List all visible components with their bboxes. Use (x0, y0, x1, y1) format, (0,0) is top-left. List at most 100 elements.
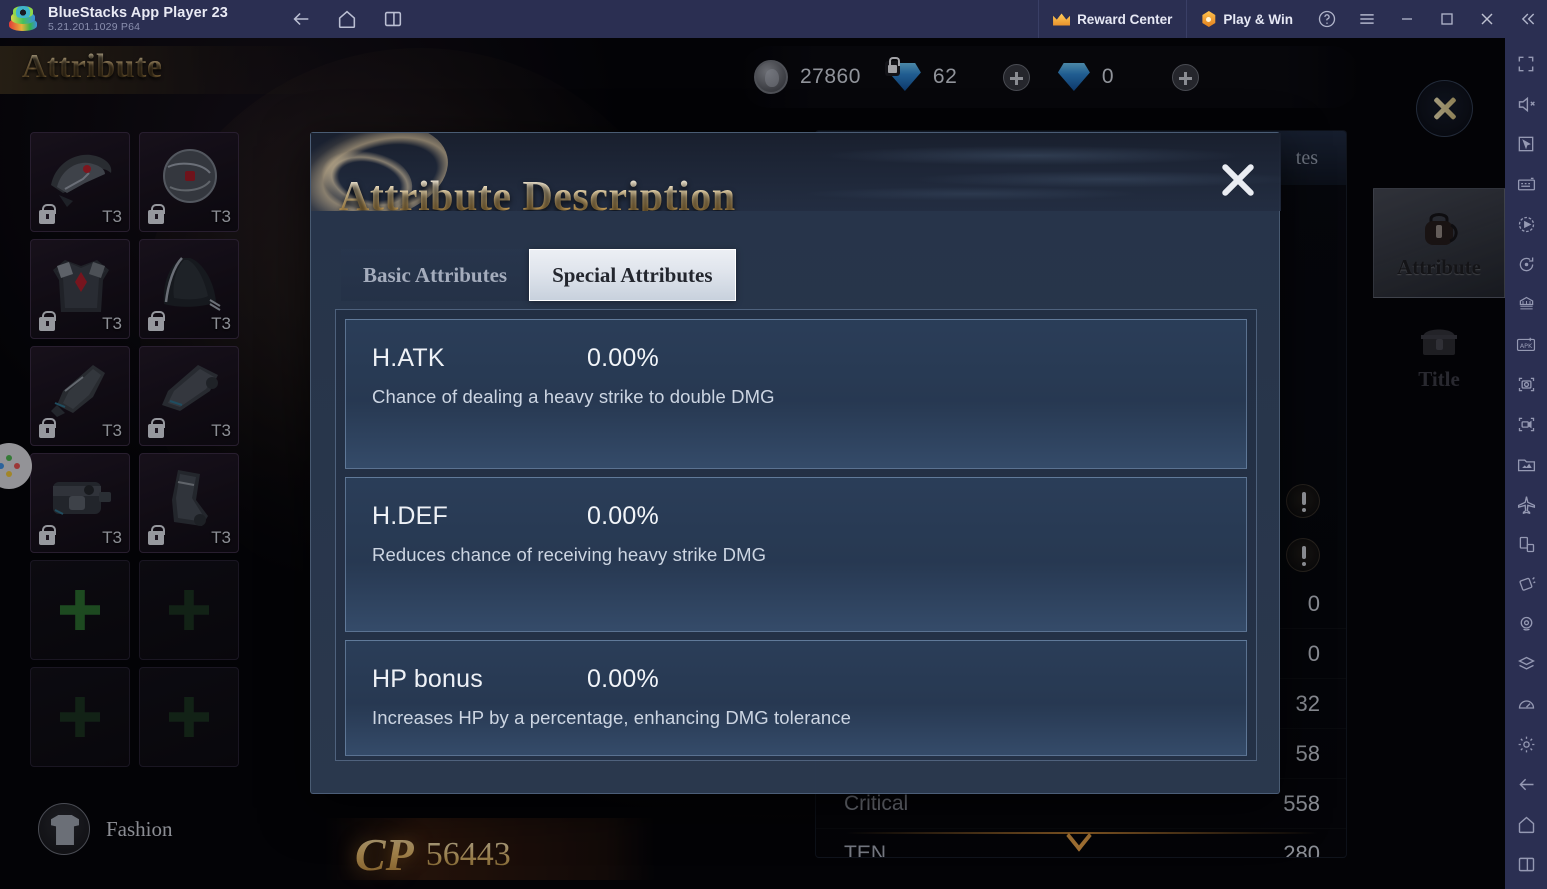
attribute-card-hatk: H.ATK 0.00% Chance of dealing a heavy st… (345, 319, 1247, 469)
attribute-name: H.DEF (372, 502, 448, 530)
mute-button[interactable] (1505, 84, 1547, 124)
minimize-icon (1402, 18, 1412, 20)
attribute-value: 0.00% (587, 344, 659, 372)
layers-button[interactable] (1505, 644, 1547, 684)
attribute-description: Chance of dealing a heavy strike to doub… (372, 386, 775, 407)
titlebar-right: Reward Center Play & Win (1038, 0, 1547, 38)
svg-text:APK: APK (1520, 342, 1533, 349)
record-screen-button[interactable] (1505, 404, 1547, 444)
play-and-win-button[interactable]: Play & Win (1186, 0, 1307, 38)
sidebar-home-button[interactable] (1505, 804, 1547, 844)
dialog-tabs: Basic Attributes Special Attributes (341, 249, 736, 301)
maximize-button[interactable] (1427, 0, 1467, 38)
chevron-double-left-icon (1521, 13, 1535, 25)
tab-special-attributes-label: Special Attributes (552, 262, 713, 287)
attribute-header: H.ATK 0.00% (372, 344, 1220, 373)
play-and-win-label: Play & Win (1223, 11, 1293, 27)
attribute-card-hp-bonus: HP bonus 0.00% Increases HP by a percent… (345, 640, 1247, 756)
reward-center-label: Reward Center (1077, 11, 1173, 27)
install-apk-icon: APK (1516, 337, 1536, 351)
layers-icon (1517, 656, 1535, 670)
tilt-icon (1519, 536, 1534, 552)
attribute-header: HP bonus 0.00% (372, 665, 1220, 694)
keyboard-controls-icon (1517, 177, 1535, 190)
hamburger-menu-icon (1360, 14, 1374, 24)
keyboard-controls-button[interactable] (1505, 164, 1547, 204)
sidebar-back-button[interactable] (1505, 764, 1547, 804)
attribute-description: Reduces chance of receiving heavy strike… (372, 544, 767, 565)
attribute-list[interactable]: H.ATK 0.00% Chance of dealing a heavy st… (335, 309, 1257, 761)
settings-button[interactable] (1505, 724, 1547, 764)
close-icon (1481, 13, 1493, 25)
crown-icon (1053, 13, 1071, 26)
attribute-value: 0.00% (587, 502, 659, 530)
app-title: BlueStacks App Player 23 (48, 4, 228, 21)
screenshot-icon (1518, 377, 1534, 391)
home-icon (1518, 816, 1534, 833)
minimize-button[interactable] (1387, 0, 1427, 38)
screenshot-button[interactable] (1505, 364, 1547, 404)
performance-icon (1518, 699, 1534, 709)
attribute-header: H.DEF 0.00% (372, 502, 1220, 531)
attribute-name: HP bonus (372, 665, 483, 693)
titlebar-nav (290, 8, 404, 30)
recents-icon (1518, 857, 1534, 871)
performance-button[interactable] (1505, 684, 1547, 724)
multi-instance-manager-icon (1519, 296, 1533, 309)
app-version: 5.21.201.1029 P64 (48, 20, 141, 33)
attribute-description: Increases HP by a percentage, enhancing … (372, 707, 852, 728)
instance-manager-button[interactable] (1505, 284, 1547, 324)
shake-button[interactable] (1505, 564, 1547, 604)
window-controls (1307, 0, 1547, 38)
game-viewport: Attribute 27860 62 0 T3 T3 T3 T3 T3 T3 T… (0, 38, 1505, 889)
mute-icon (1518, 96, 1535, 112)
pointer-mode-button[interactable] (1505, 124, 1547, 164)
sidebar-recents-button[interactable] (1505, 844, 1547, 884)
flight-mode-button[interactable] (1505, 484, 1547, 524)
reward-center-button[interactable]: Reward Center (1038, 0, 1186, 38)
macro-play-icon (1518, 216, 1534, 232)
back-icon (1518, 778, 1533, 790)
pointer-icon (1518, 136, 1534, 152)
coin-badge-icon (1202, 11, 1216, 27)
collapse-sidebar-button[interactable] (1507, 0, 1547, 38)
attribute-value: 0.00% (587, 665, 659, 693)
rotate-button[interactable] (1505, 244, 1547, 284)
close-dialog-button[interactable] (1215, 157, 1261, 203)
attribute-description-dialog: Attribute Description Basic Attributes S… (310, 132, 1281, 794)
help-icon (1318, 10, 1336, 28)
tab-special-attributes[interactable]: Special Attributes (529, 249, 736, 301)
tab-basic-attributes-label: Basic Attributes (363, 262, 508, 287)
media-manager-button[interactable] (1505, 444, 1547, 484)
multi-instance-icon[interactable] (382, 8, 404, 30)
help-button[interactable] (1307, 0, 1347, 38)
back-icon[interactable] (290, 8, 312, 30)
macro-play-button[interactable] (1505, 204, 1547, 244)
rotate-icon (1519, 257, 1533, 271)
bluestacks-logo-icon (8, 4, 38, 34)
home-icon[interactable] (336, 8, 358, 30)
location-button[interactable] (1505, 604, 1547, 644)
attribute-name: H.ATK (372, 344, 445, 372)
app-root: Attribute 27860 62 0 T3 T3 T3 T3 T3 T3 T… (0, 0, 1547, 889)
tilt-button[interactable] (1505, 524, 1547, 564)
fullscreen-button[interactable] (1505, 44, 1547, 84)
dialog-titlebar: Attribute Description (311, 133, 1281, 211)
shake-icon (1518, 576, 1536, 591)
maximize-icon (1441, 13, 1453, 25)
dialog-title: Attribute Description (339, 173, 736, 211)
install-apk-button[interactable]: APK (1505, 324, 1547, 364)
menu-button[interactable] (1347, 0, 1387, 38)
location-icon (1520, 616, 1532, 631)
settings-gear-icon (1518, 736, 1534, 752)
titlebar-decoration (661, 141, 1281, 207)
record-screen-icon (1518, 417, 1534, 431)
media-manager-icon (1517, 458, 1535, 471)
flight-mode-icon (1517, 495, 1535, 514)
attribute-card-hdef: H.DEF 0.00% Reduces chance of receiving … (345, 477, 1247, 632)
fullscreen-icon (1518, 56, 1534, 72)
bluestacks-titlebar: BlueStacks App Player 23 5.21.201.1029 P… (0, 0, 1547, 38)
close-button[interactable] (1467, 0, 1507, 38)
tab-basic-attributes[interactable]: Basic Attributes (341, 249, 530, 301)
bluestacks-title-block: BlueStacks App Player 23 5.21.201.1029 P… (48, 5, 238, 34)
